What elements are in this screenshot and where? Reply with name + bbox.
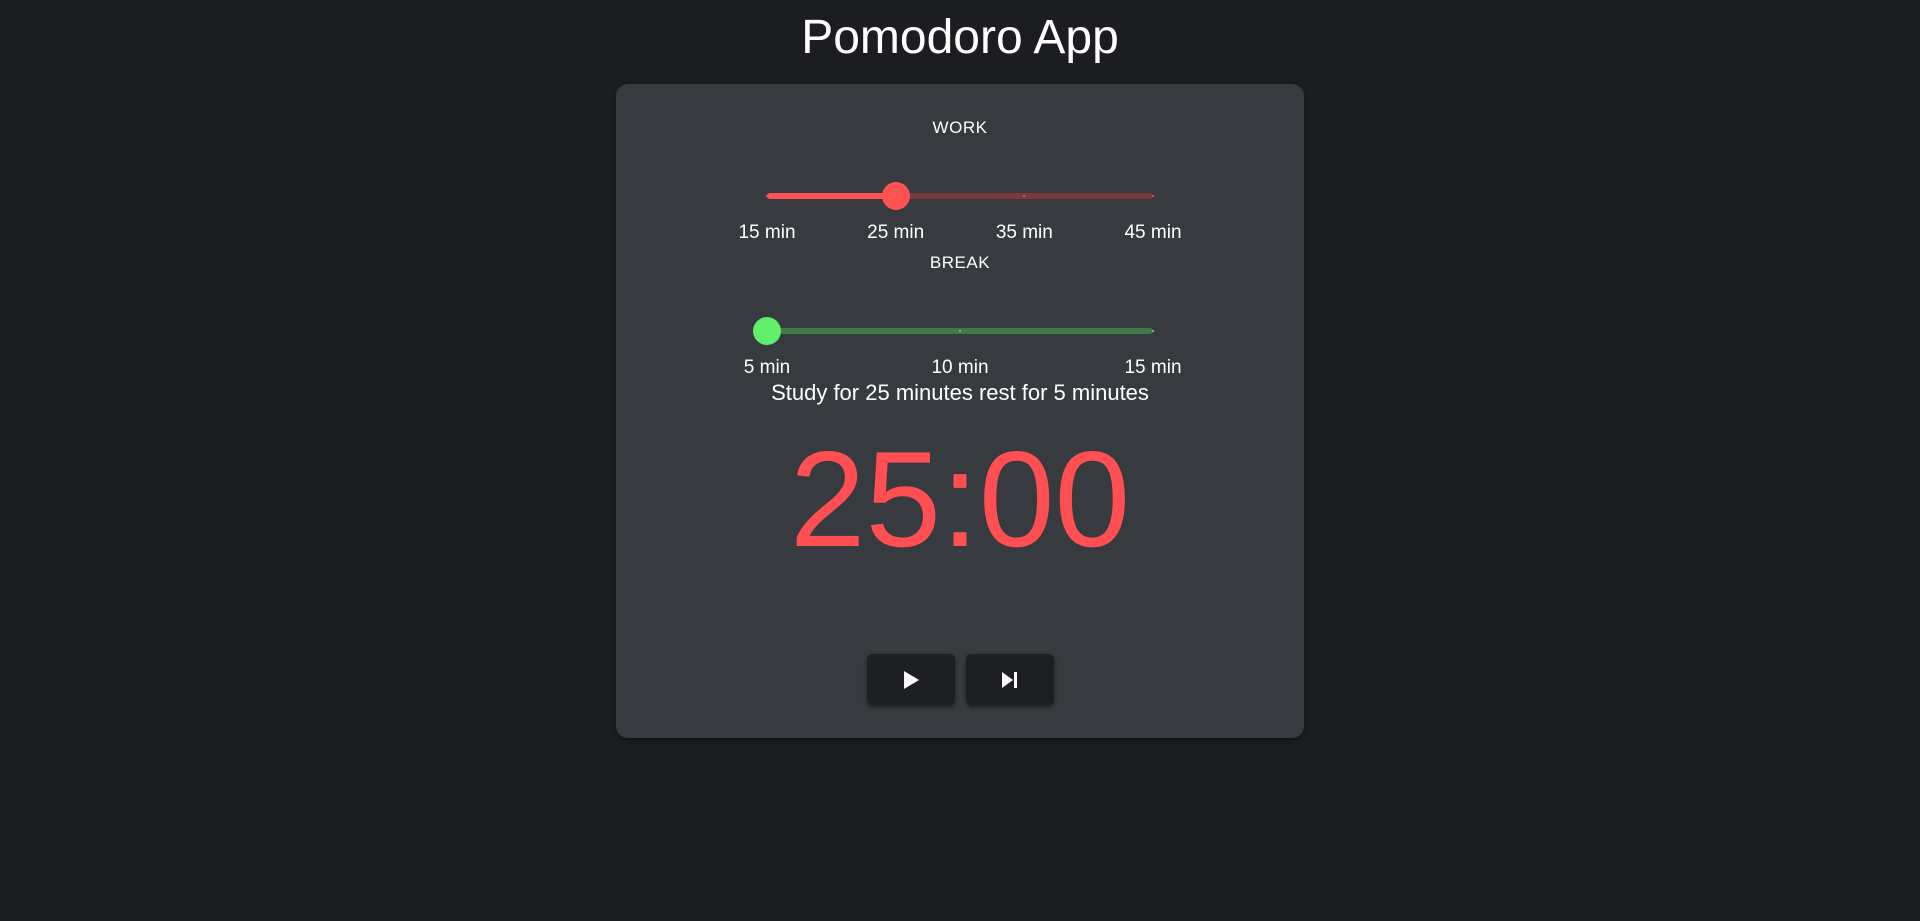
break-slider-tick (1152, 330, 1154, 332)
work-slider-fill (767, 193, 896, 199)
skip-button[interactable] (966, 654, 1054, 705)
break-label: BREAK (929, 253, 991, 272)
work-slider-tick (1152, 195, 1154, 197)
page-title: Pomodoro App (801, 11, 1119, 64)
work-slider-thumb[interactable] (881, 182, 910, 210)
countdown-display: 25:00 (789, 423, 1131, 575)
work-mark-label[interactable]: 25 min (846, 222, 946, 244)
break-mark-label[interactable]: 15 min (1103, 357, 1203, 379)
work-mark-label[interactable]: 45 min (1103, 222, 1203, 244)
work-mark-label[interactable]: 35 min (974, 222, 1074, 244)
break-mark-label[interactable]: 10 min (910, 357, 1010, 379)
break-slider[interactable]: 5 min 10 min 15 min (744, 311, 1182, 378)
break-slider-thumb[interactable] (753, 317, 781, 345)
timer-card: WORK 15 min 25 min 35 min 45 min BREAK 5… (616, 84, 1304, 738)
session-summary: Study for 25 minutes rest for 5 minutes (771, 380, 1149, 405)
work-label: WORK (932, 118, 988, 137)
work-slider[interactable]: 15 min 25 min 35 min 45 min (738, 176, 1182, 243)
break-slider-tick (959, 330, 961, 332)
play-icon (904, 670, 919, 689)
break-mark-label[interactable]: 5 min (717, 357, 817, 379)
work-mark-label[interactable]: 15 min (717, 222, 817, 244)
work-slider-tick (766, 195, 768, 197)
play-button[interactable] (867, 654, 955, 705)
skip-next-icon (1002, 671, 1017, 688)
